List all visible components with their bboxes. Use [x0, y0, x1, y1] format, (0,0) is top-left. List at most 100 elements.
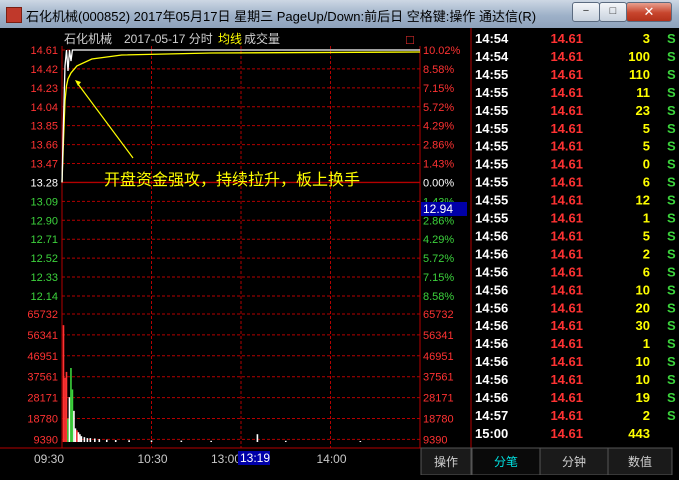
tick-time: 14:56 — [475, 282, 508, 297]
volume-tick-label: 46951 — [27, 351, 58, 363]
tick-time: 15:00 — [475, 426, 508, 441]
volume-tick-label: 65732 — [27, 309, 58, 321]
intraday-chart[interactable]: 14.61 10.02% 14.42 8.58% 14.23 7.15% 14.04 5.72… — [0, 28, 679, 476]
tick-time: 14:54 — [475, 49, 509, 64]
percent-tick-label: 4.29% — [423, 121, 454, 133]
tick-time: 14:55 — [475, 103, 508, 118]
tick-side: S — [667, 175, 676, 190]
tick-price: 14.61 — [550, 426, 583, 441]
tick-volume: 5 — [643, 121, 650, 136]
tick-time: 14:56 — [475, 336, 508, 351]
tick-price: 14.61 — [550, 372, 583, 387]
bottom-tab-label[interactable]: 操作 — [434, 454, 458, 469]
percent-tick-label: 7.15% — [423, 272, 454, 284]
tick-volume: 5 — [643, 139, 650, 154]
tick-volume: 23 — [636, 103, 650, 118]
tick-price: 14.61 — [550, 228, 583, 243]
tick-time: 14:55 — [475, 211, 508, 226]
tick-time: 14:54 — [475, 31, 509, 46]
annotation-arrow-head — [75, 80, 81, 86]
percent-tick-label: 2.86% — [423, 215, 454, 227]
volume-tick-label-right: 28171 — [423, 393, 454, 405]
tick-time: 14:55 — [475, 175, 508, 190]
tick-volume: 2 — [643, 408, 650, 423]
tick-side: S — [667, 31, 676, 46]
tick-price: 14.61 — [550, 139, 583, 154]
volume-tick-label-right: 37561 — [423, 372, 454, 384]
tick-price: 14.61 — [550, 67, 583, 82]
title-bar[interactable]: 石化机械(000852) 2017年05月17日 星期三 PageUp/Down… — [0, 0, 679, 28]
chart-close-icon[interactable]: □ — [406, 32, 414, 47]
chart-date-label: 2017-05-17 分时 — [124, 32, 213, 46]
volume-tick-label: 18780 — [27, 414, 58, 426]
tick-side: S — [667, 336, 676, 351]
minimize-button[interactable]: − — [572, 2, 600, 22]
tick-price: 14.61 — [550, 354, 583, 369]
tick-price: 14.61 — [550, 300, 583, 315]
bottom-tab-label[interactable]: 数值 — [628, 454, 652, 469]
percent-tick-label: 8.58% — [423, 291, 454, 303]
price-tick-label: 13.09 — [30, 196, 58, 208]
tick-price: 14.61 — [550, 49, 583, 64]
volume-tick-label-right: 9390 — [423, 434, 447, 446]
volume-tick-label-right: 56341 — [423, 330, 454, 342]
percent-tick-label: 4.29% — [423, 234, 454, 246]
cursor-time: 13:19 — [240, 451, 270, 465]
tick-time: 14:55 — [475, 139, 508, 154]
tick-volume: 6 — [643, 264, 650, 279]
bottom-tab-label[interactable]: 分笔 — [494, 454, 518, 469]
tick-time: 14:55 — [475, 85, 508, 100]
annotation-arrow-line — [77, 83, 134, 159]
volume-tick-label: 37561 — [27, 372, 58, 384]
percent-tick-label: 1.43% — [423, 159, 454, 171]
tick-side: S — [667, 408, 676, 423]
time-tick-label: 10:30 — [138, 452, 168, 466]
tick-side: S — [667, 157, 676, 172]
tick-side: S — [667, 139, 676, 154]
main-content: 14.61 10.02% 14.42 8.58% 14.23 7.15% 14.04 5.72… — [0, 28, 679, 476]
annotation-text: 开盘资金强攻，持续拉升，板上换手 — [104, 170, 360, 189]
tick-price: 14.61 — [550, 31, 583, 46]
tick-volume: 2 — [643, 246, 650, 261]
cursor-price: 12.94 — [423, 202, 453, 216]
volume-tick-label-right: 65732 — [423, 309, 454, 321]
app-icon — [6, 7, 22, 23]
bottom-tab-label[interactable]: 分钟 — [562, 454, 586, 469]
tick-side: S — [667, 103, 676, 118]
price-tick-label: 14.23 — [30, 83, 58, 95]
tick-time: 14:57 — [475, 408, 508, 423]
time-tick-label: 09:30 — [34, 452, 64, 466]
volume-tick-label: 28171 — [27, 393, 58, 405]
percent-tick-label: 8.58% — [423, 64, 454, 76]
tick-side: S — [667, 246, 676, 261]
window-title: 石化机械(000852) 2017年05月17日 星期三 PageUp/Down… — [26, 9, 537, 24]
tick-side: S — [667, 354, 676, 369]
volume-bars — [62, 325, 362, 442]
tick-price: 14.61 — [550, 390, 583, 405]
tick-volume: 0 — [643, 157, 650, 172]
tick-price: 14.61 — [550, 318, 583, 333]
close-button[interactable]: ✕ — [626, 2, 672, 22]
tick-volume: 1 — [643, 211, 650, 226]
tick-time: 14:56 — [475, 318, 508, 333]
tick-time: 14:56 — [475, 300, 508, 315]
tick-time: 14:56 — [475, 390, 508, 405]
tick-side: S — [667, 121, 676, 136]
app-window: 石化机械(000852) 2017年05月17日 星期三 PageUp/Down… — [0, 0, 679, 476]
tick-time: 14:56 — [475, 246, 508, 261]
tick-volume: 5 — [643, 228, 650, 243]
tick-volume: 30 — [636, 318, 650, 333]
tick-table: 14:54 14.61 3 S14:54 14.61 100 S14:55 14.61 110 S… — [475, 31, 676, 441]
tick-price: 14.61 — [550, 246, 583, 261]
tick-side: S — [667, 85, 676, 100]
bottom-tabs: 操作 分笔 分钟 数值 — [420, 447, 673, 476]
percent-tick-label: 5.72% — [423, 102, 454, 114]
maximize-button[interactable]: □ — [599, 2, 627, 22]
avg-line-label: 均线 — [218, 32, 242, 46]
price-tick-label: 14.42 — [30, 64, 58, 76]
tick-price: 14.61 — [550, 157, 583, 172]
price-tick-label: 12.33 — [30, 272, 58, 284]
tick-volume: 19 — [636, 390, 650, 405]
percent-tick-label: 10.02% — [423, 45, 461, 57]
percent-tick-label: 5.72% — [423, 253, 454, 265]
